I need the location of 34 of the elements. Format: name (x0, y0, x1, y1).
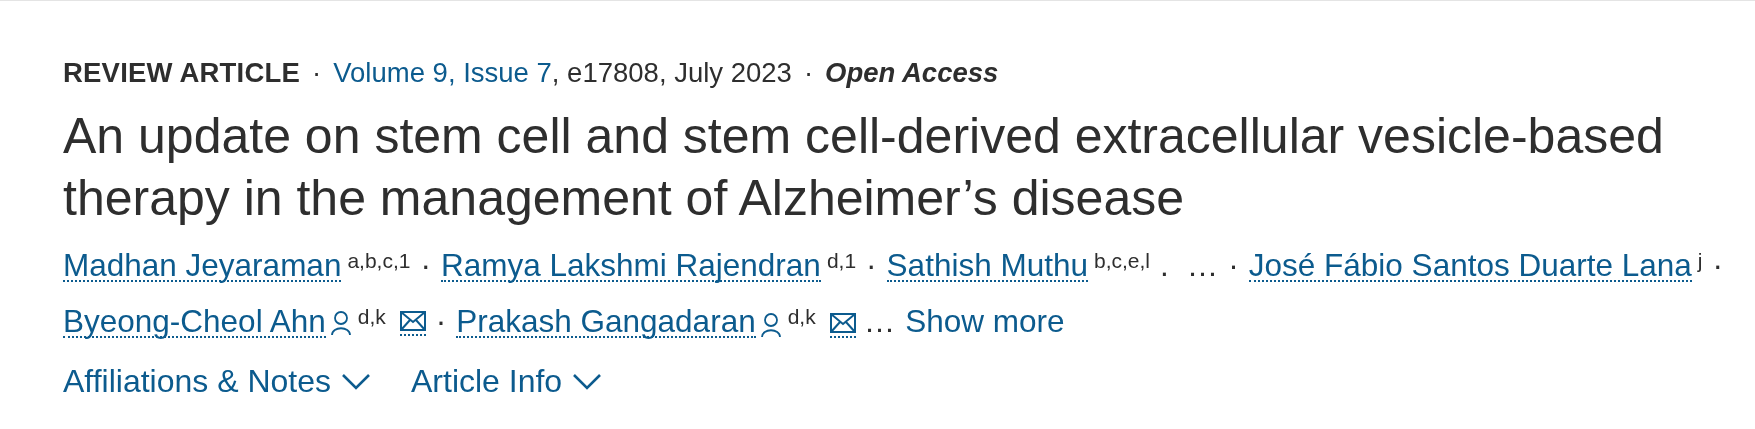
author-link[interactable]: Madhan Jeyaraman (63, 250, 342, 282)
article-title: An update on stem cell and stem cell-derived extracellular vesicle-based therapy in the management of Alzheimer’s disease (63, 107, 1665, 228)
show-more-link[interactable]: Show more (905, 295, 1065, 347)
separator-dot: · (435, 302, 447, 341)
separator-dot: · (1228, 246, 1239, 285)
separator-dot: · (1712, 246, 1723, 285)
article-type: REVIEW ARTICLE (63, 57, 301, 89)
author-link[interactable]: José Fábio Santos Duarte Lana (1248, 250, 1692, 282)
access-label: Open Access (825, 57, 999, 89)
ellipsis: … (1186, 246, 1219, 285)
separator-dot: · (312, 57, 322, 89)
affiliation-marks: d,k (357, 304, 386, 330)
chevron-icon (341, 372, 371, 391)
ellipsis: … (863, 302, 896, 341)
affiliation-marks: d,1 (826, 248, 857, 274)
author-link[interactable]: Prakash Gangadaran (456, 306, 756, 338)
affiliation-marks: b,c,e,l (1094, 248, 1150, 274)
separator-dot: . (1160, 246, 1169, 285)
author-link[interactable]: Sathish Muthu (886, 250, 1088, 282)
affiliation-marks: a,b,c,1 (347, 248, 411, 274)
email-icon[interactable] (829, 312, 856, 333)
separator-dot: · (866, 246, 877, 285)
section-toggle[interactable]: Affiliations & Notes (63, 363, 371, 400)
author-link[interactable]: Byeong-Cheol Ahn (63, 306, 326, 338)
affiliation-marks: j (1697, 248, 1703, 274)
separator-dot: · (420, 246, 431, 285)
issue-link[interactable]: Volume 9, Issue 7 (333, 57, 552, 88)
citation: Volume 9, Issue 7, e17808, July 2023 (333, 57, 792, 89)
chevron-icon (572, 372, 603, 391)
email-icon[interactable] (399, 310, 426, 331)
separator-dot: · (803, 57, 814, 89)
section-toggle[interactable]: Article Info (411, 363, 603, 400)
author-link[interactable]: Ramya Lakshmi Rajendran (440, 250, 821, 282)
affiliation-marks: d,k (787, 304, 816, 330)
